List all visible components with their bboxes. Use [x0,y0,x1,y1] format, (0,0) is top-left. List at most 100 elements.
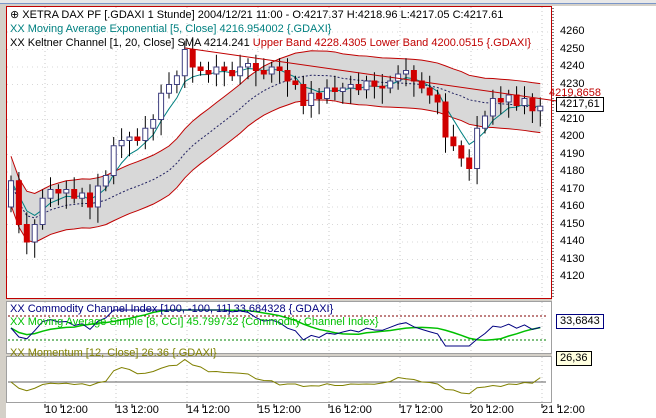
candle [482,115,488,129]
candle [355,84,362,91]
candle [166,84,172,94]
candle [276,66,283,71]
price-tick-label: 4210 [560,112,585,125]
candle [150,119,157,129]
candle [94,185,101,208]
candle [426,87,433,96]
candle [316,92,323,99]
candle [513,94,520,106]
price-tick-label: 4180 [560,165,585,177]
candle [347,84,354,89]
candle [537,105,544,112]
price-tick-label: 4260 [560,25,585,37]
candle [110,145,117,176]
candle [237,66,244,77]
candle [489,98,496,117]
candle [39,197,46,225]
candle [15,180,22,225]
candle [284,70,291,82]
candle [339,87,346,92]
legend-ema: XX Moving Average Exponential [5, Close]… [10,23,332,35]
price-tick-label: 4170 [560,182,585,195]
candle [23,224,30,243]
candle [379,85,386,89]
candle [410,70,417,82]
price-tick-label: 4190 [560,147,585,160]
candle [71,189,78,199]
time-tick-label: 15 12:00 [258,404,301,416]
candle [63,189,70,194]
candle [505,94,512,103]
legend-keltner-bands: Upper Band 4228.4305 Lower Band 4200.051… [252,37,532,49]
candle [221,66,228,71]
candle [260,70,267,75]
time-tick-label: 10 12:00 [45,404,88,416]
candle [292,80,299,85]
legend-cci-ma: XX Moving Average Simple [8, CCI] 45.799… [10,316,379,328]
time-tick-label: 13 12:00 [116,404,159,416]
candle [300,84,307,106]
candle [181,49,188,77]
candle [521,98,528,106]
candle [102,175,109,187]
candle [252,63,259,71]
price-tick-label: 4140 [560,235,585,247]
legend-main: ⊕ XETRA DAX PF [.GDAXI 1 Stunde] 2004/12… [10,9,503,22]
price-tick-label: 4240 [560,60,585,72]
candle [308,92,315,106]
momentum-value-box: 26,36 [556,351,592,366]
time-tick-label: 17 12:00 [400,404,443,416]
candle [497,98,504,103]
candle [403,70,409,75]
candle [363,80,370,91]
candle [173,75,180,85]
candle [458,145,465,159]
candle [55,189,62,194]
time-tick-label: 16 12:00 [329,404,372,416]
candle [134,136,141,141]
candle [229,70,236,77]
candle [450,136,457,147]
momentum-line [10,358,541,395]
candle [87,192,93,208]
candle [197,66,204,71]
candle [442,101,449,138]
legend-keltner-sma: XX Keltner Channel [1, 20, Close] SMA 42… [10,37,250,49]
time-tick-label: 21 12:00 [542,404,585,416]
candle [387,80,394,89]
price-tick-label: 4160 [560,200,585,212]
time-tick-label: 20 12:00 [471,404,514,416]
candle [205,70,212,75]
price-tick-label: 4200 [560,130,585,142]
time-tick-label: 14 12:00 [187,404,230,416]
price-tick-label: 4130 [560,252,585,265]
price-tick-label: 4120 [560,270,585,282]
candle [395,73,402,82]
candle [371,80,378,87]
candle [126,136,133,141]
candle [47,189,54,199]
series-marker-icon: ⊕ [10,9,23,21]
candle [245,63,251,68]
candle [158,92,165,120]
legend-keltner: XX Keltner Channel [1, 20, Close] SMA 42… [10,37,531,50]
price-tick-label: 4230 [560,77,585,90]
candle [474,127,481,169]
legend-momentum: XX Momentum [12, Close] 26.36 {.GDAXI} [10,347,217,359]
legend-main-title: XETRA DAX PF [.GDAXI 1 Stunde] 2004/12/2… [22,9,504,21]
current-price-box: 4217,61 [556,97,604,112]
price-tick-label: 4250 [560,42,585,55]
candle [324,87,330,99]
candle [213,66,220,75]
candle [189,49,196,68]
candle [434,94,441,103]
candle [142,127,149,141]
candle [8,180,14,208]
cci-value-box: 33,6843 [556,314,604,329]
candle [79,192,86,199]
candle [529,98,536,112]
candle [118,140,125,147]
price-tick-label: 4150 [560,217,585,230]
candle [466,157,473,169]
legend-cci: XX Commodity Channel Index [100, -100, 1… [10,303,334,315]
